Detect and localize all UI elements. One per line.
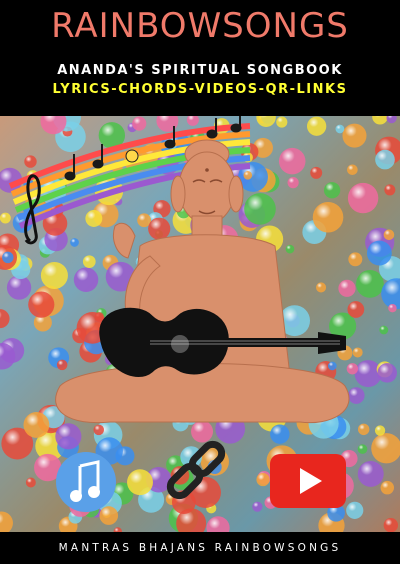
droplet-highlight — [310, 166, 323, 179]
droplet-highlight — [347, 182, 379, 214]
droplet-highlight — [55, 423, 82, 450]
droplet-highlight — [270, 424, 290, 444]
droplet-highlight — [346, 501, 364, 519]
droplet-highlight — [352, 347, 363, 358]
droplet-highlight — [347, 301, 365, 318]
droplet-highlight — [28, 291, 55, 318]
droplet-highlight — [23, 412, 50, 438]
droplet-highlight — [327, 361, 337, 371]
droplet-highlight — [335, 124, 345, 134]
cover-title: RAINBOWSONGS — [51, 6, 349, 46]
droplet-highlight — [380, 480, 395, 495]
cover-footer: MANTRAS BHAJANS RAINBOWSONGS — [0, 532, 400, 564]
droplet-highlight — [276, 116, 288, 128]
droplet-highlight — [346, 363, 359, 375]
droplet-highlight — [323, 182, 341, 199]
cover-artwork — [0, 116, 400, 532]
droplet-highlight — [287, 177, 299, 189]
droplet-highlight — [127, 469, 153, 496]
droplet-highlight — [338, 279, 356, 297]
droplet-highlight — [357, 460, 384, 487]
droplet-highlight — [347, 164, 358, 176]
cover-tagline: LYRICS-CHORDS-VIDEOS-QR-LINKS — [52, 82, 348, 97]
droplet-highlight — [375, 149, 395, 170]
droplet-highlight — [285, 244, 295, 254]
droplet-highlight — [244, 193, 276, 225]
droplet-highlight — [132, 116, 147, 131]
droplet-highlight — [252, 501, 263, 512]
footer-text: MANTRAS BHAJANS RAINBOWSONGS — [58, 542, 342, 554]
droplet-highlight — [347, 387, 365, 404]
droplet-highlight — [0, 212, 11, 224]
droplet-highlight — [383, 229, 395, 241]
droplet-highlight — [374, 425, 386, 436]
droplet-highlight — [243, 170, 253, 180]
droplet-highlight — [24, 155, 37, 168]
droplet-highlight — [379, 325, 389, 335]
droplet-highlight — [357, 444, 368, 454]
droplet-highlight — [316, 282, 327, 293]
droplet-highlight — [6, 275, 32, 300]
droplet-highlight — [85, 210, 103, 227]
book-cover: RAINBOWSONGS ANANDA'S SPIRITUAL SONGBOOK… — [0, 0, 400, 564]
droplet-highlight — [56, 359, 68, 371]
droplet-highlight — [278, 147, 306, 175]
droplet-highlight — [40, 261, 68, 290]
droplet-highlight — [191, 420, 214, 443]
video-play-icon[interactable] — [270, 454, 346, 508]
droplet-highlight — [356, 270, 384, 298]
droplet-highlight — [384, 184, 396, 196]
droplet-highlight — [148, 217, 171, 240]
droplet-highlight — [357, 423, 370, 436]
droplet-highlight — [307, 116, 327, 136]
droplet-highlight — [99, 506, 119, 525]
droplet-highlight — [2, 251, 14, 264]
droplet-highlight — [312, 201, 344, 233]
droplet-highlight — [377, 363, 397, 383]
droplet-highlight — [93, 424, 105, 436]
droplet-highlight — [73, 267, 99, 292]
droplet-highlight — [70, 238, 79, 247]
droplet-highlight — [256, 472, 270, 487]
music-note-icon[interactable] — [56, 452, 116, 512]
droplet-highlight — [25, 477, 36, 488]
droplet-highlight — [388, 303, 397, 313]
cover-subtitle: ANANDA'S SPIRITUAL SONGBOOK — [57, 63, 343, 78]
droplet-highlight — [82, 255, 96, 269]
droplet-highlight — [348, 252, 363, 267]
droplet-highlight — [366, 240, 392, 266]
droplet-highlight — [342, 123, 367, 148]
droplet-highlight — [383, 518, 399, 532]
